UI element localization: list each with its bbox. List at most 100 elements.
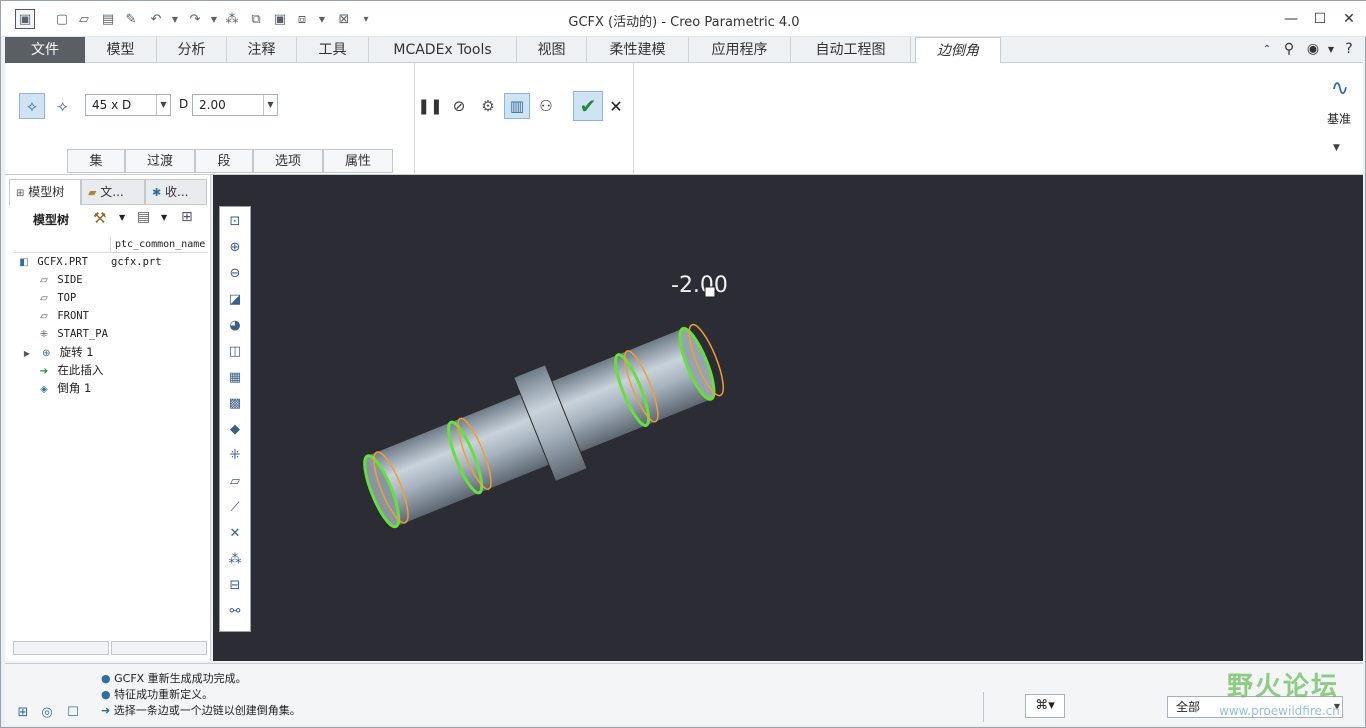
drag-handle[interactable] — [704, 286, 716, 298]
ptc-common-name-header[interactable]: ptc_common_name — [110, 237, 208, 253]
d-label: D — [179, 97, 189, 111]
geometry-preview-icon[interactable]: ⚙ — [475, 93, 501, 119]
subtab-options[interactable]: 选项 — [253, 149, 323, 173]
pause-icon[interactable]: ❚❚ — [417, 93, 443, 119]
ribbon-tab-bar: 文件 模型 分析 注释 工具 MCADEx Tools 视图 柔性建模 应用程序… — [5, 37, 1363, 64]
browser-icon[interactable]: ◎ — [37, 702, 57, 722]
tree-item-chamfer[interactable]: ◈ 倒角 1 — [37, 379, 91, 397]
tab-mcadex-tools[interactable]: MCADEx Tools — [369, 37, 517, 63]
shaft-model-graphic[interactable]: -2.00 — [213, 175, 1363, 661]
minimize-ribbon-icon[interactable]: ⌃ — [1257, 39, 1277, 59]
csys-tag-display-icon[interactable]: ⁂ — [224, 548, 246, 570]
chamfer-dimension-label[interactable]: -2.00 — [671, 273, 728, 298]
prompt-arrow-icon: ➜ — [101, 704, 111, 717]
tab-file[interactable]: 文件 — [5, 37, 85, 63]
find-binoculars-icon[interactable]: ⌘▾ — [1025, 694, 1065, 718]
subtab-pieces[interactable]: 段 — [195, 149, 253, 173]
tree-item-part[interactable]: ◧ GCFX.PRT — [17, 253, 88, 271]
tab-applications[interactable]: 应用程序 — [689, 37, 791, 63]
maximize-icon[interactable]: ☐ — [1306, 7, 1334, 31]
tab-edge-chamfer[interactable]: 边倒角 — [915, 37, 1001, 64]
d-value-input[interactable]: 2.00 ▼ — [192, 94, 278, 116]
tab-tools[interactable]: 工具 — [297, 37, 369, 63]
close-icon[interactable]: ✕ — [1335, 7, 1363, 31]
full-screen-icon[interactable]: ☐ — [63, 702, 83, 722]
subtab-properties[interactable]: 属性 — [323, 149, 393, 173]
filter-columns-icon[interactable]: ⊞ — [181, 209, 193, 225]
help-dropdown-icon[interactable]: ▼ — [1321, 39, 1341, 59]
datum-dropdown-icon[interactable]: ▼ — [1333, 143, 1340, 153]
column-horizontal-scrollbar[interactable] — [111, 641, 207, 655]
refit-icon[interactable]: ⊡ — [224, 210, 246, 232]
show-dropdown-icon[interactable]: ▼ — [161, 213, 167, 222]
tab-favorites[interactable]: ✱ 收... — [145, 179, 207, 205]
no-preview-icon[interactable]: ⊘ — [446, 93, 472, 119]
feature-preview-icon[interactable]: ▥ — [504, 93, 530, 119]
search-icon[interactable]: ⚲ — [1279, 39, 1299, 59]
tree-horizontal-scrollbar[interactable] — [13, 641, 109, 655]
plane-display-icon[interactable]: ▱ — [224, 470, 246, 492]
chamfer-set-mode-icon[interactable]: ⟡ — [19, 93, 45, 119]
transition-mode-icon[interactable]: ⟢ — [49, 93, 75, 119]
expand-arrow-icon[interactable]: ▶ — [21, 345, 33, 363]
tree-item-label: START_PA — [57, 328, 108, 340]
message-line-3: ➜ 选择一条边或一个边链以创建倒角集。 — [101, 704, 301, 718]
perspective-view-icon[interactable]: ▩ — [224, 392, 246, 414]
tree-item-revolve[interactable]: ▶ ⊕ 旋转 1 — [21, 343, 94, 361]
zoom-out-icon[interactable]: ⊖ — [224, 262, 246, 284]
watermark-title: 野火论坛 — [1227, 672, 1340, 702]
annotation-display-icon[interactable]: ⊟ — [224, 574, 246, 596]
show-list-icon[interactable]: ▤ — [137, 209, 150, 225]
display-style-icon[interactable]: ◕ — [224, 314, 246, 336]
navigator-panel: ⊞ 模型树 ▰ 文... ✱ 收... 模型树 ⚒ ▼ ▤ ▼ ⊞ ptc_co… — [5, 175, 211, 661]
message-text: GCFX 重新生成成功完成。 — [114, 672, 247, 685]
datum-display-icon[interactable]: ◆ — [224, 418, 246, 440]
tree-item-insert-here[interactable]: ➔ 在此插入 — [37, 361, 104, 379]
tree-item-front-plane[interactable]: ▱ FRONT — [37, 307, 89, 325]
minimize-icon[interactable]: — — [1277, 7, 1305, 31]
application-window: ▣ ▢ ▱ ▤ ✎ ↶ ▼ ↷ ▼ ⁂ ⧉ ▣ ⧈ ▼ ⊠ ▾ GCFX (活动… — [0, 0, 1366, 728]
spin-center-icon[interactable]: ⚯ — [224, 600, 246, 622]
repaint-icon[interactable]: ◪ — [224, 288, 246, 310]
tree-item-start-csys[interactable]: ⁜ START_PA — [37, 325, 109, 343]
csys-display-icon[interactable]: ⁜ — [224, 444, 246, 466]
ribbon-divider — [633, 63, 634, 175]
message-line-1: ● GCFX 重新生成成功完成。 — [101, 672, 247, 686]
tree-item-top-plane[interactable]: ▱ TOP — [37, 289, 76, 307]
tree-item-label: 旋转 1 — [59, 345, 94, 359]
help-icon[interactable]: ? — [1339, 39, 1359, 59]
tab-flexible-modeling[interactable]: 柔性建模 — [587, 37, 689, 63]
message-area: ● GCFX 重新生成成功完成。 ● 特征成功重新定义。 ➜ 选择一条边或一个边… — [5, 663, 1363, 725]
axis-display-icon[interactable]: ⟋ — [224, 496, 246, 518]
verify-mode-icon[interactable]: ⚇ — [533, 93, 559, 119]
point-display-icon[interactable]: ✕ — [224, 522, 246, 544]
saved-orientations-icon[interactable]: ◫ — [224, 340, 246, 362]
datum-plane-icon: ▱ — [40, 293, 48, 304]
tab-folder-browser[interactable]: ▰ 文... — [81, 179, 145, 205]
tab-model-tree[interactable]: ⊞ 模型树 — [9, 179, 81, 205]
dimension-scheme-value: 45 x D — [92, 98, 132, 112]
tab-view[interactable]: 视图 — [517, 37, 587, 63]
datum-icon[interactable]: ∿ — [1323, 71, 1357, 105]
toggle-navigator-icon[interactable]: ⊞ — [13, 702, 33, 722]
tree-item-label: TOP — [57, 292, 77, 304]
tab-analysis[interactable]: 分析 — [157, 37, 227, 63]
cancel-x-icon[interactable]: ✕ — [603, 93, 629, 119]
subtab-sets[interactable]: 集 — [67, 149, 125, 173]
zoom-in-icon[interactable]: ⊕ — [224, 236, 246, 258]
view-manager-icon[interactable]: ▦ — [224, 366, 246, 388]
tree-item-value: gcfx.prt — [111, 256, 162, 268]
tree-item-label: SIDE — [57, 274, 83, 286]
tab-model[interactable]: 模型 — [85, 37, 157, 63]
ribbon-divider — [414, 63, 415, 175]
tab-auto-drawing[interactable]: 自动工程图 — [791, 37, 911, 63]
settings-tools-icon[interactable]: ⚒ — [93, 209, 106, 227]
confirm-check-icon[interactable]: ✔ — [573, 91, 603, 121]
tree-item-side-plane[interactable]: ▱ SIDE — [37, 271, 83, 289]
settings-dropdown-icon[interactable]: ▼ — [119, 213, 125, 222]
tab-annotate[interactable]: 注释 — [227, 37, 297, 63]
subtab-transitions[interactable]: 过渡 — [125, 149, 195, 173]
dimension-scheme-select[interactable]: 45 x D ▼ — [85, 94, 171, 116]
graphics-viewport[interactable]: -2.00 — [213, 175, 1363, 661]
help-center-icon[interactable]: ◉ — [1303, 39, 1323, 59]
